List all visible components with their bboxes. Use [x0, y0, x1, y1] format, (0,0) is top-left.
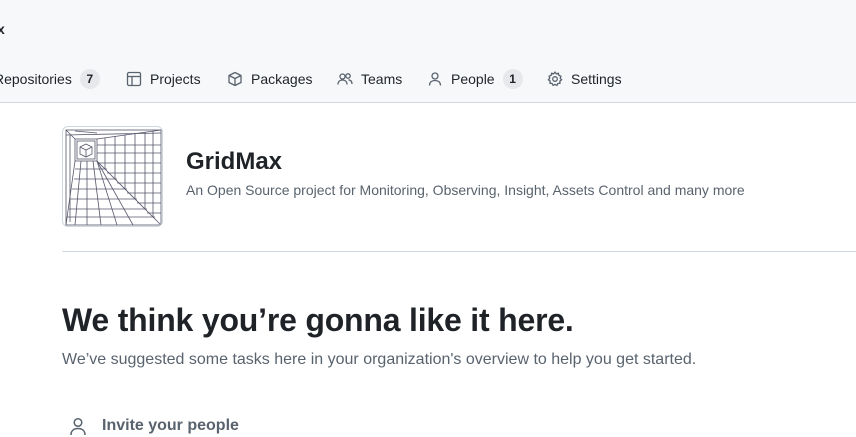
org-name: GridMax	[186, 148, 283, 175]
welcome-subtitle: We’ve suggested some tasks here in your …	[62, 351, 697, 368]
org-header: x Repositories 7 Projects Packages Teams…	[0, 0, 856, 103]
person-icon	[427, 71, 443, 87]
person-icon	[68, 416, 88, 436]
people-counter: 1	[502, 69, 523, 89]
welcome-title: We think you’re gonna like it here.	[62, 302, 574, 338]
org-description: An Open Source project for Monitoring, O…	[186, 182, 745, 198]
tab-people[interactable]: People 1	[427, 63, 523, 95]
org-title-fragment[interactable]: x	[0, 21, 5, 37]
tab-packages[interactable]: Packages	[227, 63, 312, 95]
grid-tunnel-logo	[65, 129, 162, 226]
tab-teams[interactable]: Teams	[337, 63, 402, 95]
tab-label: People	[451, 71, 495, 87]
org-profile: GridMax An Open Source project for Monit…	[62, 126, 856, 252]
package-icon	[227, 71, 243, 87]
tab-label: Repositories	[0, 71, 72, 87]
gear-icon	[547, 71, 563, 87]
table-icon	[126, 71, 142, 87]
repositories-counter: 7	[79, 69, 100, 89]
tab-label: Teams	[361, 71, 403, 87]
task-invite-people[interactable]: Invite your people	[68, 416, 239, 436]
tab-label: Settings	[571, 71, 622, 87]
tab-label: Packages	[251, 71, 313, 87]
tab-label: Projects	[150, 71, 201, 87]
tab-repositories[interactable]: Repositories 7	[0, 63, 100, 95]
tab-projects[interactable]: Projects	[126, 63, 201, 95]
task-label: Invite your people	[102, 417, 239, 434]
people-icon	[337, 71, 353, 87]
org-avatar	[62, 126, 163, 227]
tab-settings[interactable]: Settings	[547, 63, 622, 95]
